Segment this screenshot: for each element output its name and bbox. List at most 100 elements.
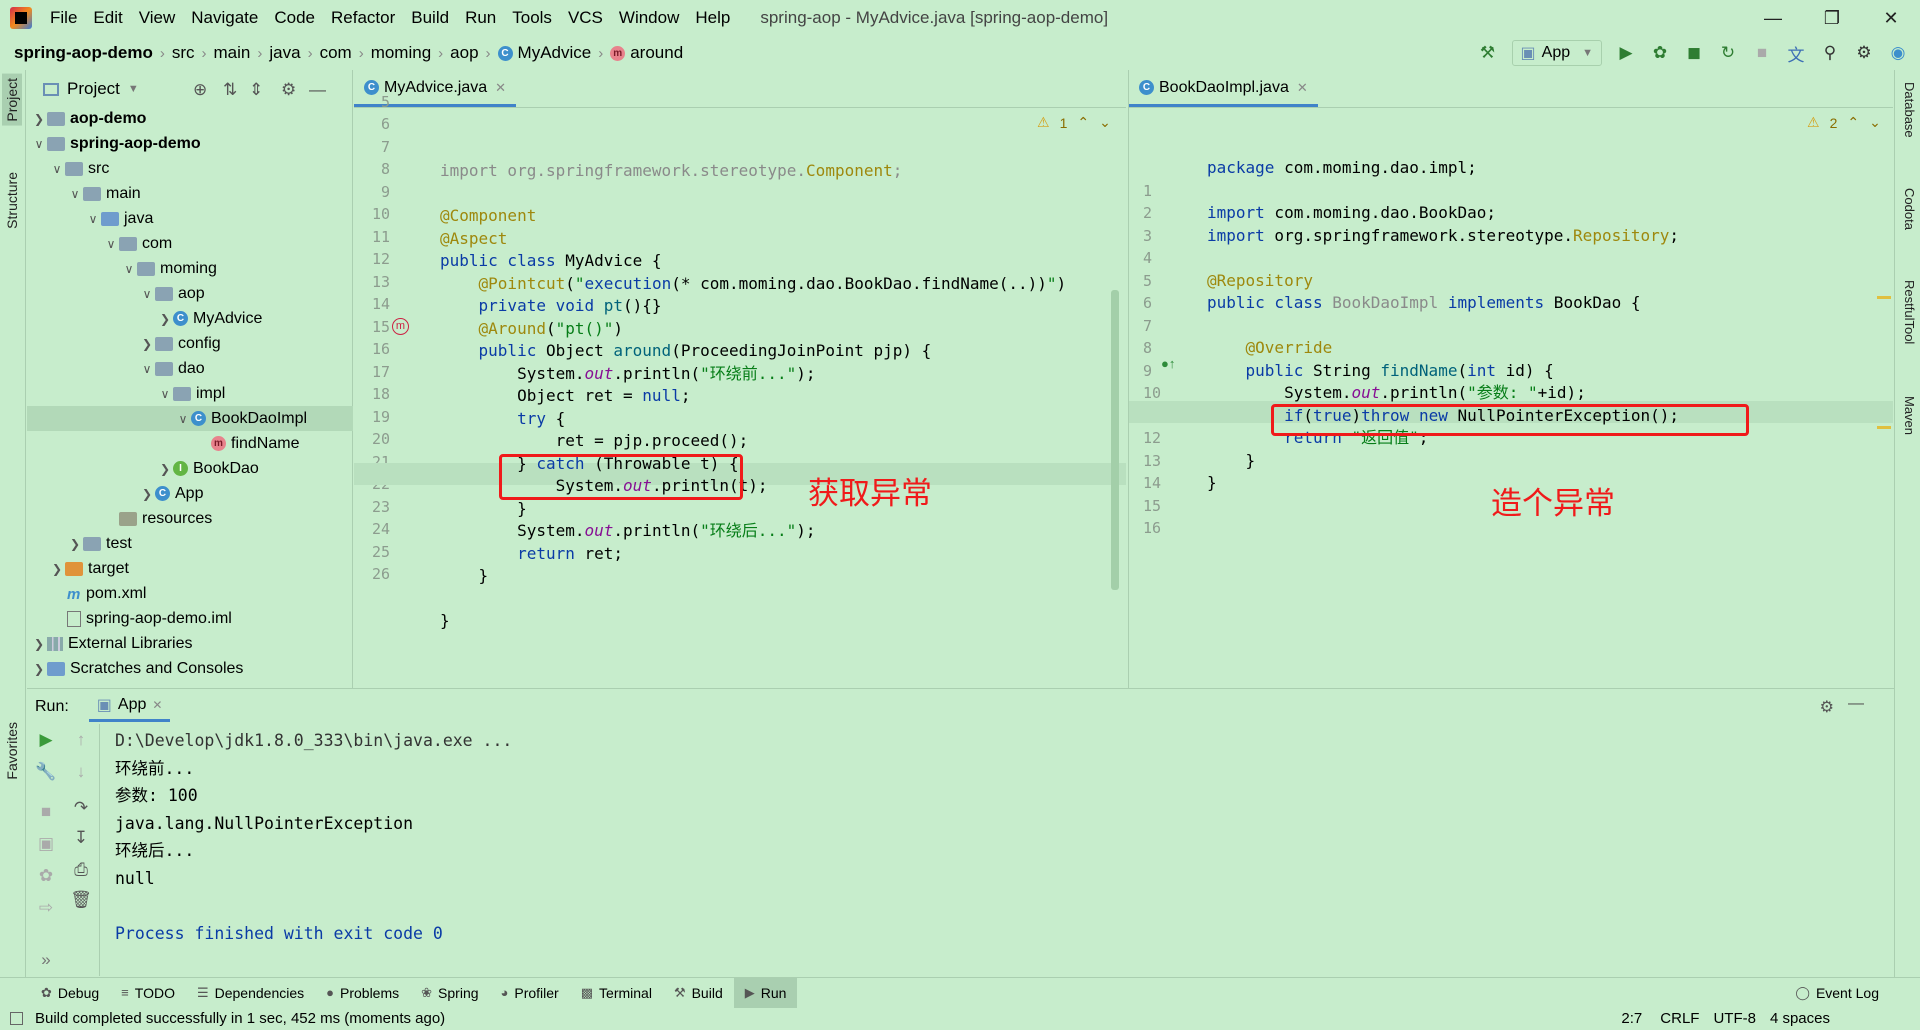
chevron-down-icon[interactable]: ⌄: [1099, 114, 1111, 131]
tree-item-aop[interactable]: ∨ aop: [27, 281, 353, 306]
run-icon[interactable]: ▶: [1616, 43, 1636, 63]
breadcrumb-myadvice[interactable]: MyAdvice: [518, 43, 592, 63]
run-tab-app[interactable]: ▣ App ✕: [88, 692, 171, 722]
tree-item-scratches[interactable]: ❯ Scratches and Consoles: [27, 656, 353, 681]
chevron-down-icon[interactable]: ∨: [67, 187, 83, 201]
chevron-down-icon[interactable]: ∨: [175, 412, 191, 426]
tool-tab-run[interactable]: ▶ Run: [733, 977, 798, 1008]
chevron-right-icon[interactable]: ❯: [157, 462, 173, 476]
collapse-all-icon[interactable]: ⇕: [249, 80, 263, 100]
chevron-right-icon[interactable]: ❯: [49, 562, 65, 576]
breadcrumb-src[interactable]: src: [172, 43, 195, 63]
implements-gutter-icon[interactable]: ●↑: [1161, 356, 1175, 371]
event-log-tab[interactable]: ◯ Event Log: [1784, 978, 1890, 1008]
database-tool-tab[interactable]: Database: [1902, 82, 1917, 138]
tree-item-test[interactable]: ❯ test: [27, 531, 353, 556]
tool-tab-problems[interactable]: ● Problems: [315, 978, 410, 1008]
chevron-down-icon[interactable]: ⌄: [1869, 114, 1881, 131]
breadcrumb-project[interactable]: spring-aop-demo: [14, 43, 153, 63]
scroll-to-end-icon[interactable]: ↧: [70, 828, 92, 850]
tree-item-findname[interactable]: m findName: [27, 431, 353, 456]
tree-item-iml[interactable]: spring-aop-demo.iml: [27, 606, 353, 631]
soft-wrap-icon[interactable]: ↷: [70, 798, 92, 820]
plugin-logo-icon[interactable]: ◉: [1888, 43, 1908, 63]
clear-trash-icon[interactable]: 🗑: [70, 890, 92, 912]
tree-item-bookdaoimpl[interactable]: ∨ C BookDaoImpl: [27, 406, 353, 431]
inspection-widget[interactable]: ⚠ 2 ⌃ ⌄: [1807, 114, 1881, 131]
error-stripe-mark[interactable]: [1877, 426, 1891, 429]
chevron-down-icon[interactable]: ∨: [31, 137, 47, 151]
tree-item-bookdao[interactable]: ❯ I BookDao: [27, 456, 353, 481]
camera-icon[interactable]: ▣: [35, 834, 57, 856]
favorites-tool-tab[interactable]: Favorites: [2, 718, 22, 784]
settings-gear-icon[interactable]: ⚙: [281, 80, 296, 100]
menu-window[interactable]: Window: [611, 0, 687, 36]
tree-item-resources[interactable]: resources: [27, 506, 353, 531]
stop-icon[interactable]: ■: [1752, 43, 1772, 63]
breadcrumb-around[interactable]: around: [630, 43, 683, 63]
chevron-right-icon[interactable]: ❯: [139, 487, 155, 501]
menu-code[interactable]: Code: [266, 0, 323, 36]
menu-navigate[interactable]: Navigate: [183, 0, 266, 36]
line-separator[interactable]: CRLF: [1660, 1010, 1699, 1027]
settings-gear-icon[interactable]: ⚙: [1854, 43, 1874, 63]
tree-item-external-libraries[interactable]: ❯ External Libraries: [27, 631, 353, 656]
breadcrumb-com[interactable]: com: [320, 43, 352, 63]
tab-bookdaoimpl[interactable]: C BookDaoImpl.java ✕: [1129, 71, 1318, 107]
close-tab-icon[interactable]: ✕: [152, 698, 162, 712]
tree-item-app[interactable]: ❯ C App: [27, 481, 353, 506]
breadcrumb-main[interactable]: main: [214, 43, 251, 63]
breadcrumb-java[interactable]: java: [269, 43, 300, 63]
arrow-down-icon[interactable]: ↓: [70, 762, 92, 784]
menu-vcs[interactable]: VCS: [560, 0, 611, 36]
maven-tool-tab[interactable]: Maven: [1902, 396, 1917, 435]
code-content-bookdaoimpl[interactable]: package com.moming.dao.impl; import com.…: [1207, 157, 1679, 495]
chevron-down-icon[interactable]: ∨: [49, 162, 65, 176]
tool-tab-debug[interactable]: ✿ Debug: [30, 978, 110, 1008]
profile-icon[interactable]: ↻: [1718, 43, 1738, 63]
tool-tab-todo[interactable]: ≡ TODO: [110, 978, 186, 1008]
tree-item-myadvice[interactable]: ❯ C MyAdvice: [27, 306, 353, 331]
settings-gear-icon[interactable]: ⚙: [1820, 697, 1834, 717]
menu-help[interactable]: Help: [687, 0, 738, 36]
chevron-right-icon[interactable]: ❯: [31, 637, 47, 651]
tab-myadvice[interactable]: C MyAdvice.java ✕: [354, 71, 517, 107]
locate-icon[interactable]: ⊕: [193, 80, 207, 100]
translate-icon[interactable]: 文: [1786, 43, 1806, 65]
inspection-widget[interactable]: ⚠ 1 ⌃ ⌄: [1037, 114, 1111, 131]
code-content-myadvice[interactable]: import org.springframework.stereotype.Co…: [440, 160, 1066, 633]
tree-item-aop-demo[interactable]: ❯ aop-demo: [27, 106, 353, 131]
chevron-right-icon[interactable]: ❯: [31, 662, 47, 676]
run-configuration-selector[interactable]: ▣ App ▼: [1511, 40, 1602, 66]
tree-item-main[interactable]: ∨ main: [27, 181, 353, 206]
coverage-icon[interactable]: ◼: [1684, 43, 1704, 63]
aop-advice-gutter-icon[interactable]: m: [392, 318, 409, 335]
error-stripe-mark[interactable]: [1877, 296, 1891, 299]
chevron-down-icon[interactable]: ∨: [139, 287, 155, 301]
tree-item-dao[interactable]: ∨ dao: [27, 356, 353, 381]
tree-item-src[interactable]: ∨ src: [27, 156, 353, 181]
close-icon[interactable]: ✕: [1862, 0, 1920, 36]
chevron-down-icon[interactable]: ▼: [128, 83, 139, 95]
file-encoding[interactable]: UTF-8: [1713, 1010, 1756, 1027]
restore-icon[interactable]: ❐: [1803, 0, 1861, 36]
breadcrumb-aop[interactable]: aop: [450, 43, 478, 63]
chevron-down-icon[interactable]: ∨: [157, 387, 173, 401]
status-toggle-icon[interactable]: [10, 1012, 23, 1025]
exit-icon[interactable]: ⇨: [35, 898, 57, 920]
debug-icon[interactable]: ✿: [1650, 43, 1670, 63]
menu-run[interactable]: Run: [457, 0, 504, 36]
tool-tab-dependencies[interactable]: ☰ Dependencies: [186, 978, 315, 1008]
menu-edit[interactable]: Edit: [85, 0, 130, 36]
run-console-output[interactable]: D:\Develop\jdk1.8.0_333\bin\java.exe ...…: [115, 727, 1885, 977]
expand-all-icon[interactable]: ⇅: [223, 80, 237, 100]
tree-item-target[interactable]: ❯ target: [27, 556, 353, 581]
menu-refactor[interactable]: Refactor: [323, 0, 403, 36]
hide-panel-icon[interactable]: —: [309, 80, 326, 100]
tree-item-java[interactable]: ∨ java: [27, 206, 353, 231]
codota-tool-tab[interactable]: Codota: [1902, 188, 1917, 230]
chevron-up-icon[interactable]: ⌃: [1847, 114, 1859, 131]
stop-icon[interactable]: ■: [35, 802, 57, 824]
chevron-down-icon[interactable]: ∨: [103, 237, 119, 251]
status-message[interactable]: Build completed successfully in 1 sec, 4…: [35, 1010, 445, 1027]
